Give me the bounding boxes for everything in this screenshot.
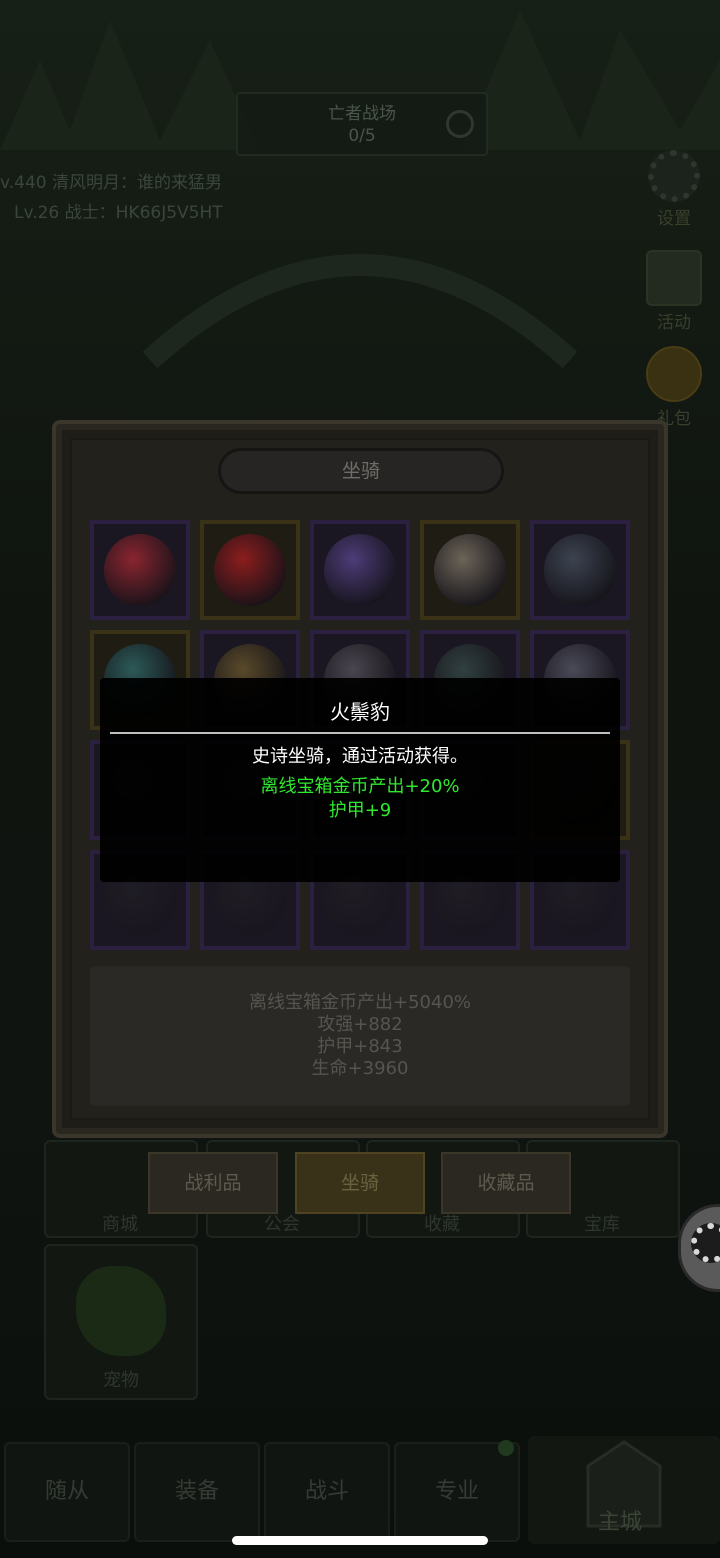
- home-indicator[interactable]: [232, 1536, 488, 1545]
- battlefield-panel[interactable]: 亡者战场 0/5: [236, 92, 488, 156]
- chat-message: v.440 清风明月：谁的来猛男: [0, 173, 222, 193]
- mount-description: 史诗坐骑，通过活动获得。: [252, 746, 468, 767]
- mount-mech-steel-icon: [544, 534, 616, 606]
- gear-icon: [691, 1223, 720, 1263]
- panel-title: 坐骑: [218, 448, 504, 494]
- nav-label: 战斗: [304, 1479, 349, 1504]
- mount-slot[interactable]: [420, 520, 520, 620]
- treasury-label: 宝库: [584, 1214, 620, 1235]
- gift-pack-side-button[interactable]: 礼包: [642, 346, 706, 429]
- nav-equipment[interactable]: 装备: [134, 1442, 260, 1542]
- tab-loot[interactable]: 战利品: [148, 1152, 278, 1214]
- chat-message: Lv.26 战士：HK66J5V5HT: [14, 203, 223, 223]
- dragon-pet-icon: [76, 1266, 166, 1356]
- events-side-button[interactable]: 活动: [642, 250, 706, 333]
- total-stats-box: 离线宝箱金币产出+5040% 攻强+882 护甲+843 生命+3960: [90, 966, 630, 1106]
- notification-dot: [498, 1440, 514, 1456]
- settings-side-button[interactable]: 设置: [642, 150, 706, 229]
- stat-line: 护甲+843: [317, 1036, 403, 1057]
- calendar-icon: [646, 250, 702, 306]
- mount-slot[interactable]: [310, 520, 410, 620]
- mount-name: 火鬃豹: [330, 700, 390, 724]
- refresh-icon[interactable]: [446, 110, 474, 138]
- nav-label: 装备: [174, 1479, 219, 1504]
- pet-button[interactable]: 宠物: [44, 1244, 198, 1400]
- tab-mounts[interactable]: 坐骑: [295, 1152, 425, 1214]
- nav-label: 专业: [434, 1479, 479, 1504]
- nav-main-city[interactable]: 主城: [528, 1436, 720, 1544]
- stat-line: 生命+3960: [311, 1058, 409, 1079]
- nav-label: 主城: [598, 1510, 643, 1535]
- mount-slot[interactable]: [200, 520, 300, 620]
- mount-beast-bone-icon: [434, 534, 506, 606]
- tab-collectibles[interactable]: 收藏品: [441, 1152, 571, 1214]
- mount-bonus: 护甲+9: [328, 800, 392, 821]
- nav-battle[interactable]: 战斗: [264, 1442, 390, 1542]
- nav-profession[interactable]: 专业: [394, 1442, 520, 1542]
- pet-label: 宠物: [103, 1370, 139, 1391]
- mount-knight-violet-icon: [324, 534, 396, 606]
- mount-bonus: 离线宝箱金币产出+20%: [260, 776, 460, 797]
- shop-label: 商城: [102, 1214, 138, 1235]
- nav-followers[interactable]: 随从: [4, 1442, 130, 1542]
- mount-slot[interactable]: [90, 520, 190, 620]
- coin-icon: [646, 346, 702, 402]
- tooltip-divider: [110, 732, 610, 734]
- nav-label: 随从: [44, 1479, 89, 1504]
- mount-slot[interactable]: [530, 520, 630, 620]
- gear-icon: [648, 150, 700, 202]
- stat-line: 离线宝箱金币产出+5040%: [249, 992, 471, 1013]
- mount-armor-crimson-icon: [214, 534, 286, 606]
- side-button-label: 设置: [657, 209, 691, 229]
- mount-helm-red-icon: [104, 534, 176, 606]
- stat-line: 攻强+882: [317, 1014, 403, 1035]
- side-button-label: 活动: [657, 313, 691, 333]
- mount-tooltip: 火鬃豹 史诗坐骑，通过活动获得。 离线宝箱金币产出+20% 护甲+9: [100, 678, 620, 882]
